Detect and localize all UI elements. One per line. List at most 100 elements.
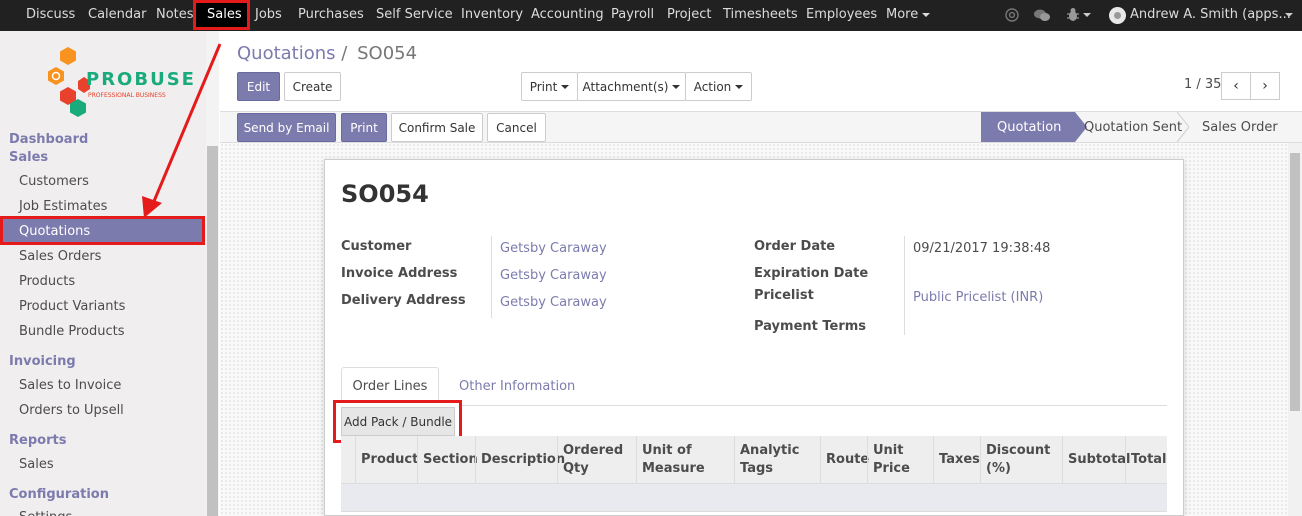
menu-calendar[interactable]: Calendar [88, 7, 146, 22]
order-lines-header: Product Section Description Ordered Qty … [341, 436, 1167, 484]
column-header[interactable]: Route [820, 436, 869, 484]
column-header[interactable]: Product [355, 436, 421, 484]
attachments-label: Attachment(s) [582, 79, 669, 94]
pager-next-button[interactable]: › [1250, 72, 1280, 100]
chat-icon[interactable] [1033, 8, 1051, 23]
confirm-sale-button[interactable]: Confirm Sale [391, 113, 483, 142]
menu-more-label: More [886, 7, 919, 22]
avatar[interactable] [1109, 7, 1126, 24]
menu-self-service[interactable]: Self Service [376, 7, 453, 22]
column-header[interactable]: Ordered Qty [557, 436, 637, 484]
menu-accounting[interactable]: Accounting [531, 7, 604, 22]
company-logo: PROBUSE PROFESSIONAL BUSINESS [44, 45, 194, 119]
menu-more[interactable]: More [886, 7, 931, 22]
stage-sales-order[interactable]: Sales Order [1202, 112, 1278, 142]
customer-field[interactable]: Getsby Caraway [500, 241, 607, 256]
pricelist-field[interactable]: Public Pricelist (INR) [913, 290, 1043, 305]
delivery-address-field[interactable]: Getsby Caraway [500, 295, 607, 310]
menu-discuss[interactable]: Discuss [26, 7, 75, 22]
attachments-dropdown-button[interactable]: Attachment(s) [577, 72, 686, 101]
print-button[interactable]: Print [341, 113, 387, 142]
print-dropdown-button[interactable]: Print [521, 72, 578, 101]
main-scrollbar[interactable] [1288, 143, 1302, 516]
column-header[interactable]: Description [475, 436, 565, 484]
record-title: SO054 [341, 180, 429, 208]
column-header[interactable]: Unit Price [867, 436, 934, 484]
action-dropdown-button[interactable]: Action [685, 72, 752, 101]
logo-text: PROBUSE [86, 69, 196, 90]
menu-jobs[interactable]: Jobs [255, 7, 282, 22]
menu-purchases[interactable]: Purchases [298, 7, 364, 22]
send-by-email-button[interactable]: Send by Email [237, 113, 336, 142]
debug-dropdown-icon[interactable] [1083, 13, 1091, 17]
pager-previous-button[interactable]: ‹ [1221, 72, 1251, 100]
stage-quotation-sent[interactable]: Quotation Sent [1084, 112, 1182, 142]
sidebar-scrollbar[interactable] [207, 146, 218, 516]
chevron-down-icon [672, 84, 681, 89]
sidebar-section-sales: Sales [9, 150, 49, 165]
create-button[interactable]: Create [284, 72, 341, 101]
chevron-down-icon [922, 12, 931, 17]
invoice-address-label: Invoice Address [341, 266, 458, 281]
tab-other-information[interactable]: Other Information [459, 367, 575, 406]
column-header[interactable]: Section [417, 436, 478, 484]
field-divider [491, 236, 492, 318]
sidebar-section-invoicing: Invoicing [9, 354, 76, 369]
user-menu[interactable]: Andrew A. Smith (apps... [1130, 7, 1291, 22]
order-date-field[interactable]: 09/21/2017 19:38:48 [913, 241, 1050, 256]
sidebar-item-settings[interactable]: Settings [19, 510, 72, 516]
chevron-down-icon [735, 84, 744, 89]
sidebar: PROBUSE PROFESSIONAL BUSINESS Dashboard … [0, 31, 219, 516]
sidebar-section-reports: Reports [9, 433, 67, 448]
menu-inventory[interactable]: Inventory [461, 7, 523, 22]
cancel-button[interactable]: Cancel [487, 113, 546, 142]
sidebar-item-reports-sales[interactable]: Sales [19, 457, 54, 472]
sidebar-item-quotations[interactable]: Quotations [0, 216, 205, 245]
menu-sales-label: Sales [207, 7, 242, 22]
column-header[interactable]: Discount (%) [980, 436, 1062, 484]
action-label: Action [693, 79, 732, 94]
form-sheet: SO054 Customer Getsby Caraway Invoice Ad… [324, 159, 1184, 516]
column-header[interactable]: Total [1125, 436, 1167, 484]
sidebar-item-job-estimates[interactable]: Job Estimates [19, 199, 107, 214]
breadcrumb-parent[interactable]: Quotations [237, 43, 336, 64]
column-header[interactable]: Taxes [933, 436, 980, 484]
at-icon[interactable] [1004, 7, 1020, 23]
menu-notes[interactable]: Notes [156, 7, 194, 22]
customer-label: Customer [341, 239, 412, 254]
breadcrumb-current: SO054 [357, 43, 418, 64]
sidebar-item-label: Quotations [19, 224, 91, 239]
add-pack-bundle-button[interactable]: Add Pack / Bundle [341, 407, 455, 436]
menu-project[interactable]: Project [667, 7, 711, 22]
order-date-label: Order Date [754, 239, 836, 254]
sidebar-item-customers[interactable]: Customers [19, 174, 89, 189]
sidebar-item-sales-to-invoice[interactable]: Sales to Invoice [19, 378, 121, 393]
expiration-date-label: Expiration Date [754, 266, 869, 281]
table-row[interactable] [341, 484, 1167, 512]
form-tabs: Order Lines Other Information [341, 367, 1167, 406]
sidebar-item-bundle-products[interactable]: Bundle Products [19, 324, 125, 339]
main-scrollbar-thumb[interactable] [1290, 153, 1300, 411]
column-header[interactable]: Analytic Tags [734, 436, 821, 484]
bug-icon[interactable] [1066, 7, 1080, 23]
column-header[interactable]: Unit of Measure [636, 436, 736, 484]
pricelist-label: Pricelist [754, 288, 814, 303]
breadcrumb-separator: / [341, 43, 348, 64]
column-header[interactable]: Subtotal [1062, 436, 1131, 484]
stage-quotation[interactable]: Quotation [981, 112, 1075, 142]
menu-employees[interactable]: Employees [806, 7, 877, 22]
menu-timesheets[interactable]: Timesheets [723, 7, 798, 22]
sidebar-item-sales-orders[interactable]: Sales Orders [19, 249, 101, 264]
edit-button[interactable]: Edit [237, 72, 280, 101]
menu-sales[interactable]: Sales [193, 0, 250, 30]
invoice-address-field[interactable]: Getsby Caraway [500, 268, 607, 283]
menu-payroll[interactable]: Payroll [611, 7, 654, 22]
sidebar-item-products[interactable]: Products [19, 274, 75, 289]
user-dropdown-icon[interactable] [1285, 13, 1293, 17]
pager-value[interactable]: 1 / 35 [1184, 77, 1221, 92]
stage-label: Quotation [997, 119, 1062, 135]
sidebar-item-orders-to-upsell[interactable]: Orders to Upsell [19, 403, 124, 418]
sidebar-item-product-variants[interactable]: Product Variants [19, 299, 125, 314]
top-navbar: Discuss Calendar Notes Sales Jobs Purcha… [0, 0, 1302, 31]
sidebar-section-dashboard[interactable]: Dashboard [9, 132, 88, 147]
